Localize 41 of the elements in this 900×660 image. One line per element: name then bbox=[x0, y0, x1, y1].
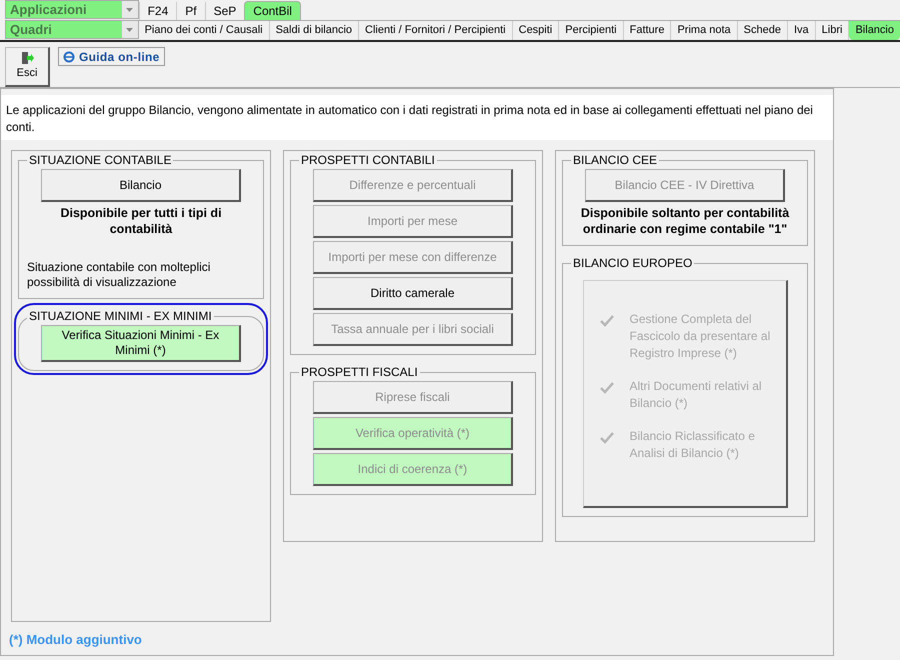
section-tab[interactable]: Piano dei conti / Causali bbox=[138, 21, 270, 40]
availability-note: Disponibile soltanto per contabilità ordinarie con regime contabile "1" bbox=[580, 205, 790, 237]
section-tab[interactable]: Prima nota bbox=[671, 21, 738, 40]
dropdown-field[interactable]: Applicazioni bbox=[5, 0, 139, 19]
app-tab[interactable]: F24 bbox=[138, 2, 176, 20]
group-title: PROSPETTI CONTABILI bbox=[300, 152, 436, 169]
check-icon bbox=[600, 315, 614, 327]
section-tab[interactable]: Schede bbox=[738, 21, 788, 40]
group-title: BILANCIO CEE bbox=[572, 152, 658, 169]
exit-door-icon bbox=[20, 51, 34, 66]
check-icon bbox=[600, 432, 614, 444]
group-title: SITUAZIONE CONTABILE bbox=[28, 152, 172, 169]
action-button[interactable]: Verifica Situazioni Minimi - Ex Minimi (*) bbox=[41, 325, 241, 362]
action-button[interactable]: Bilancio bbox=[41, 169, 241, 202]
group-title: SITUAZIONE MINIMI - EX MINIMI bbox=[28, 308, 213, 325]
section-tab[interactable]: Cespiti bbox=[512, 21, 560, 40]
group-title: BILANCIO EUROPEO bbox=[572, 255, 694, 272]
availability-note: Disponibile per tutti i tipi di contabilità bbox=[59, 205, 223, 237]
help-button[interactable]: Guida on-line bbox=[58, 47, 165, 66]
dropdown-caret-icon bbox=[126, 28, 134, 32]
dropdown-caret-icon bbox=[126, 8, 134, 12]
dropdown-field[interactable]: Quadri bbox=[5, 20, 139, 39]
action-button[interactable]: Diritto camerale bbox=[313, 277, 513, 310]
info-text: Le applicazioni del gruppo Bilancio, vengono alimentate in automatico con i dati registrati in prima nota ed in base ai collegamenti effettuati nel piano dei conti. bbox=[1, 95, 833, 140]
section-tab[interactable]: Saldi di bilancio bbox=[270, 21, 360, 40]
section-tab[interactable]: Clienti / Fornitori / Percipienti bbox=[359, 21, 513, 40]
browser-icon bbox=[63, 50, 75, 62]
section-tab[interactable]: Percipienti bbox=[559, 21, 624, 40]
check-icon bbox=[600, 382, 614, 394]
app-tab[interactable]: Pf bbox=[176, 2, 205, 20]
section-tab[interactable]: Iva bbox=[788, 21, 816, 40]
module-entry: Gestione Completa del Fascicolo da presentare al Registro Imprese (*) bbox=[630, 311, 772, 362]
group-title: PROSPETTI FISCALI bbox=[300, 364, 419, 381]
exit-button[interactable]: Esci bbox=[5, 47, 50, 87]
footnote: (*) Modulo aggiuntivo bbox=[9, 630, 143, 649]
module-entry: Altri Documenti relativi al Bilancio (*) bbox=[630, 378, 763, 412]
app-tab[interactable]: ContBil bbox=[244, 1, 301, 20]
description-text: Situazione contabile con molteplici possibilità di visualizzazione bbox=[27, 260, 212, 290]
module-entry: Bilancio Riclassificato e Analisi di Bilancio (*) bbox=[630, 428, 756, 462]
section-tab[interactable]: Fatture bbox=[624, 21, 672, 40]
section-tab[interactable]: Bilancio bbox=[849, 21, 900, 40]
